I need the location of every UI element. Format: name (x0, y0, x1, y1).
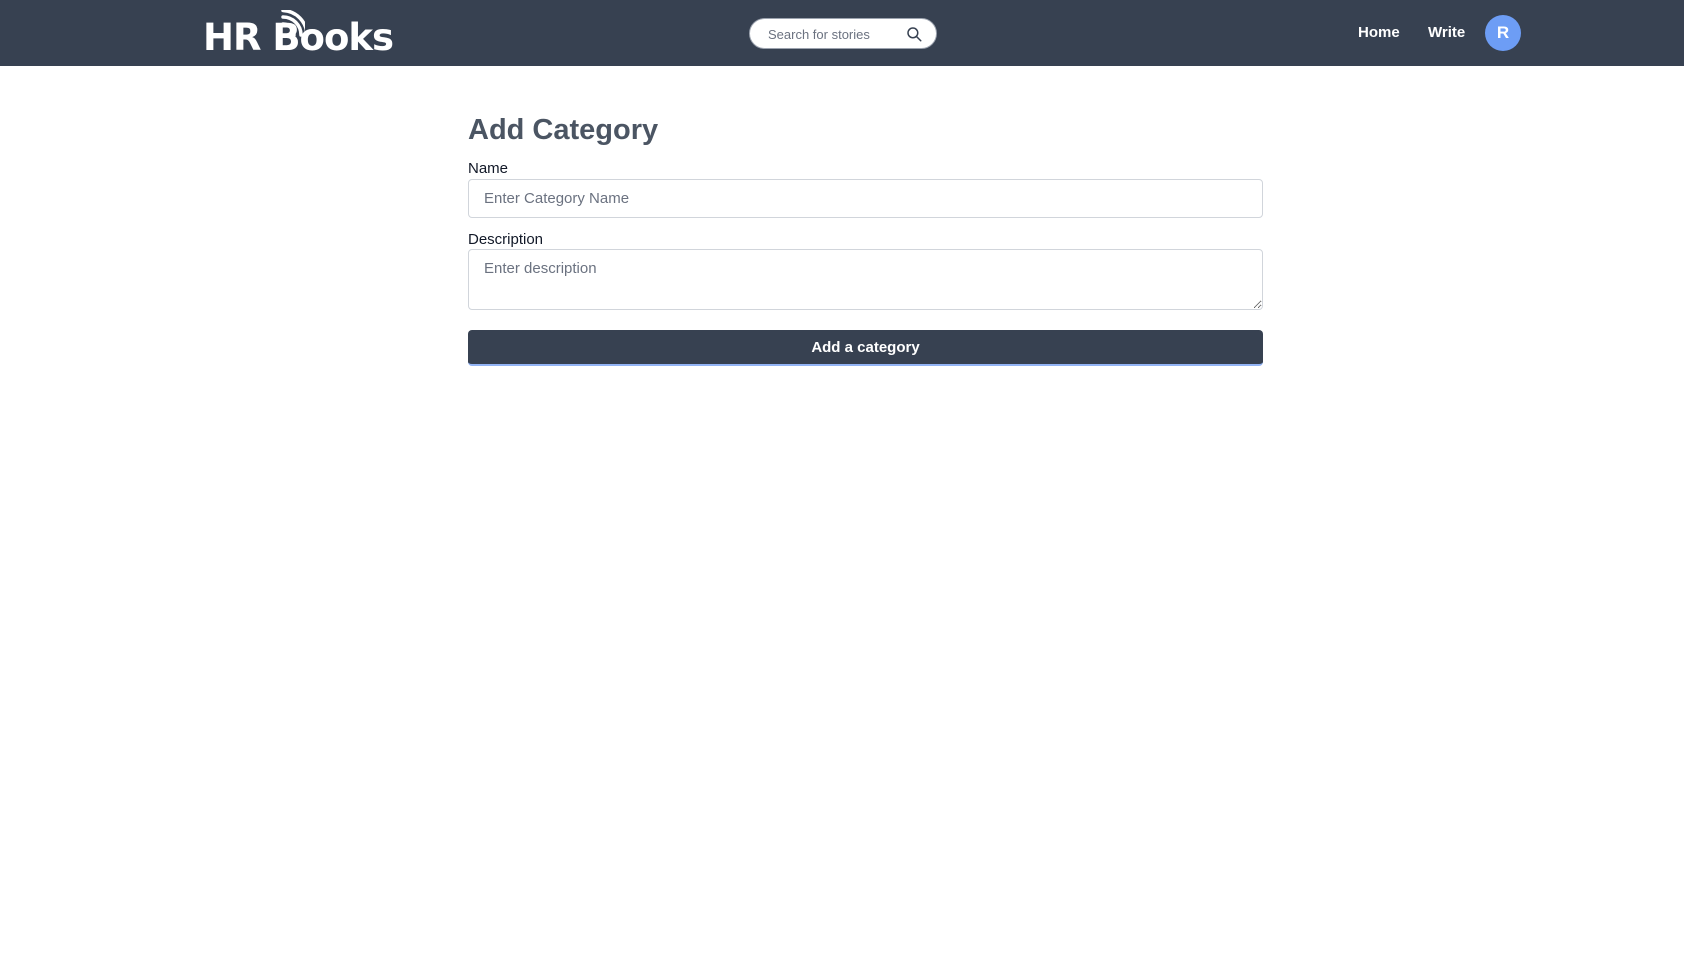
nav-write-link[interactable]: Write (1428, 22, 1465, 44)
top-navbar: HR Books Home Write R (0, 0, 1684, 66)
search-input[interactable] (768, 23, 908, 45)
search-icon[interactable] (905, 25, 923, 43)
user-avatar[interactable]: R (1485, 15, 1521, 51)
category-name-input[interactable] (468, 179, 1263, 218)
description-label: Description (468, 231, 544, 248)
add-category-button[interactable]: Add a category (468, 330, 1263, 366)
description-textarea[interactable] (468, 249, 1263, 310)
page-title: Add Category (468, 114, 659, 146)
logo-text: HR Books (203, 16, 394, 59)
logo-link[interactable]: HR Books (203, 10, 394, 59)
search-box (749, 18, 937, 49)
nav-home-link[interactable]: Home (1358, 22, 1400, 44)
name-label: Name (468, 160, 509, 177)
